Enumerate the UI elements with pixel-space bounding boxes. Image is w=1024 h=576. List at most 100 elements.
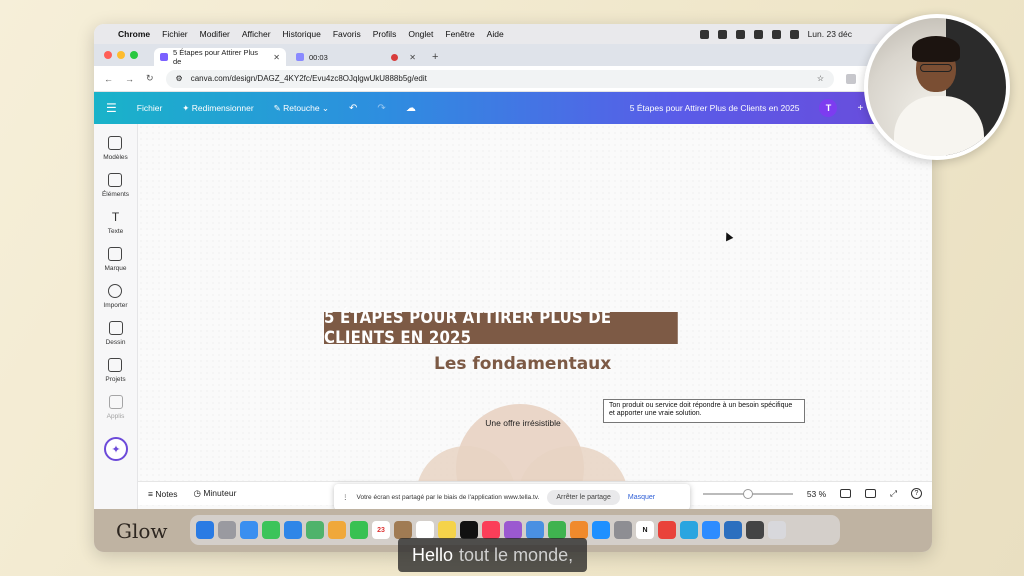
grid-view-icon[interactable]	[865, 489, 877, 498]
tab-canva-design[interactable]: 5 Étapes pour Attirer Plus de ✕	[154, 48, 286, 66]
menubar-item-modifier[interactable]: Modifier	[200, 29, 230, 39]
menubar-item-afficher[interactable]: Afficher	[242, 29, 271, 39]
menubar-item-fichier[interactable]: Fichier	[162, 29, 188, 39]
sidebar-item-applis[interactable]: Applis	[107, 395, 124, 420]
mail-icon[interactable]	[284, 521, 302, 539]
venn-label[interactable]: Une offre irrésistible	[483, 418, 563, 429]
bluetooth-icon[interactable]	[735, 29, 745, 39]
menubar-item-onglet[interactable]: Onglet	[408, 29, 433, 39]
reminders-icon[interactable]	[416, 521, 434, 539]
new-tab-button[interactable]: +	[426, 51, 444, 66]
calendar-icon[interactable]: 23	[372, 521, 390, 539]
menubar-item-fenetre[interactable]: Fenêtre	[445, 29, 474, 39]
design-subheading[interactable]: Les fondamentaux	[434, 354, 611, 374]
zoom-slider-knob[interactable]	[742, 488, 753, 499]
chrome-icon[interactable]	[658, 521, 676, 539]
apple-tv-icon[interactable]	[460, 521, 478, 539]
trash-icon[interactable]	[768, 521, 786, 539]
menubar-item-aide[interactable]: Aide	[487, 29, 504, 39]
zoom-slider[interactable]	[702, 488, 793, 499]
search-icon[interactable]	[789, 29, 799, 39]
podcasts-icon[interactable]	[504, 521, 522, 539]
help-icon[interactable]: ?	[911, 488, 922, 499]
undo-icon[interactable]: ↶	[349, 103, 357, 114]
file-menu-button[interactable]: Fichier	[137, 103, 163, 113]
finder-icon[interactable]	[196, 521, 214, 539]
close-tab-icon[interactable]: ✕	[273, 53, 280, 62]
screen-recorder-icon[interactable]	[746, 521, 764, 539]
webcam-overlay[interactable]	[864, 14, 1010, 160]
stop-sharing-button[interactable]: Arrêter le partage	[547, 489, 620, 505]
design-canvas[interactable]: Une offre irrésistible 5 ÉTAPES POUR ATT…	[138, 124, 932, 509]
menubar-item-favoris[interactable]: Favoris	[333, 29, 361, 39]
sidebar-item-marque[interactable]: Marque	[104, 247, 127, 272]
site-settings-icon[interactable]: ⚙	[176, 74, 183, 83]
sidebar-item-texte[interactable]: T Texte	[108, 210, 124, 235]
timer-button[interactable]: ◷ Minuteur	[194, 488, 237, 499]
hide-banner-link[interactable]: Masquer	[628, 494, 655, 501]
screen-share-banner: ⋮ Votre écran est partagé par le biais d…	[334, 484, 690, 510]
preview-icon[interactable]	[724, 521, 742, 539]
messages-icon[interactable]	[262, 521, 280, 539]
notion-status-icon[interactable]	[717, 29, 727, 39]
notion-icon[interactable]: N	[636, 521, 654, 539]
zoom-app-icon[interactable]	[702, 521, 720, 539]
fullscreen-icon[interactable]: ⤢	[890, 488, 897, 499]
sidebar-item-dessin[interactable]: Dessin	[106, 321, 125, 346]
resize-button[interactable]: ✦ Redimensionner	[182, 103, 253, 114]
minimize-window-button[interactable]	[117, 51, 125, 59]
back-arrow-icon[interactable]: ←	[104, 74, 113, 84]
cloud-save-icon[interactable]: ☁	[406, 103, 416, 114]
page-view-icon[interactable]	[840, 489, 852, 498]
hamburger-menu-icon[interactable]: ☰	[106, 101, 117, 115]
zoom-window-button[interactable]	[130, 51, 138, 59]
safari-icon[interactable]	[240, 521, 258, 539]
address-bar[interactable]: ⚙ canva.com/design/DAGZ_4KY2fc/Evu4zc8OJ…	[165, 69, 834, 88]
url-text[interactable]: canva.com/design/DAGZ_4KY2fc/Evu4zc8OJql…	[191, 74, 427, 83]
close-tab-icon[interactable]: ✕	[409, 53, 416, 62]
avatar[interactable]: T	[819, 99, 838, 117]
tab-recording[interactable]: 00:03 ✕	[290, 48, 422, 66]
menubar-app-name[interactable]: Chrome	[118, 29, 150, 39]
reload-icon[interactable]: ↻	[146, 73, 154, 84]
magic-assistant-button[interactable]: ✦	[104, 437, 128, 461]
document-title[interactable]: 5 Étapes pour Attirer Plus de Clients en…	[630, 103, 800, 113]
pages-icon[interactable]	[570, 521, 588, 539]
launchpad-icon[interactable]	[218, 521, 236, 539]
wifi-icon[interactable]	[753, 29, 763, 39]
app-store-icon[interactable]	[592, 521, 610, 539]
notes-button[interactable]: ≡ Notes	[148, 489, 178, 499]
battery-icon[interactable]	[771, 29, 781, 39]
design-callout-box[interactable]: Ton produit ou service doit répondre à u…	[603, 399, 805, 423]
redo-icon[interactable]: ↷	[377, 103, 385, 114]
extension-icon[interactable]	[846, 73, 856, 84]
zoom-percentage[interactable]: 53 %	[807, 489, 826, 499]
numbers-icon[interactable]	[548, 521, 566, 539]
sidebar-item-modeles[interactable]: Modèles	[103, 136, 128, 161]
bookmark-star-icon[interactable]: ☆	[817, 74, 824, 83]
photos-icon[interactable]	[328, 521, 346, 539]
notes-app-icon[interactable]	[438, 521, 456, 539]
sidebar-item-importer[interactable]: Importer	[103, 284, 128, 309]
keynote-icon[interactable]	[526, 521, 544, 539]
design-headline[interactable]: 5 ÉTAPES POUR ATTIRER PLUS DE CLIENTS EN…	[324, 308, 678, 348]
menubar-item-historique[interactable]: Historique	[283, 29, 321, 39]
status-icon[interactable]	[699, 29, 709, 39]
forward-arrow-icon[interactable]: →	[125, 74, 134, 84]
maps-icon[interactable]	[306, 521, 324, 539]
tella-favicon-icon	[296, 53, 304, 61]
sidebar-item-elements[interactable]: Éléments	[102, 173, 129, 198]
menubar-clock[interactable]: Lun. 23 déc	[808, 29, 852, 39]
facetime-icon[interactable]	[350, 521, 368, 539]
sidebar-item-projets[interactable]: Projets	[105, 358, 126, 383]
system-settings-icon[interactable]	[614, 521, 632, 539]
contacts-icon[interactable]	[394, 521, 412, 539]
music-icon[interactable]	[482, 521, 500, 539]
menubar-item-profils[interactable]: Profils	[373, 29, 397, 39]
canva-favicon-icon	[160, 53, 168, 61]
add-collaborator-icon[interactable]: +	[857, 103, 863, 114]
close-window-button[interactable]	[104, 51, 112, 59]
edit-mode-dropdown[interactable]: ✎ Retouche ⌄	[274, 103, 329, 114]
drag-handle-icon[interactable]: ⋮	[342, 493, 349, 501]
telegram-icon[interactable]	[680, 521, 698, 539]
